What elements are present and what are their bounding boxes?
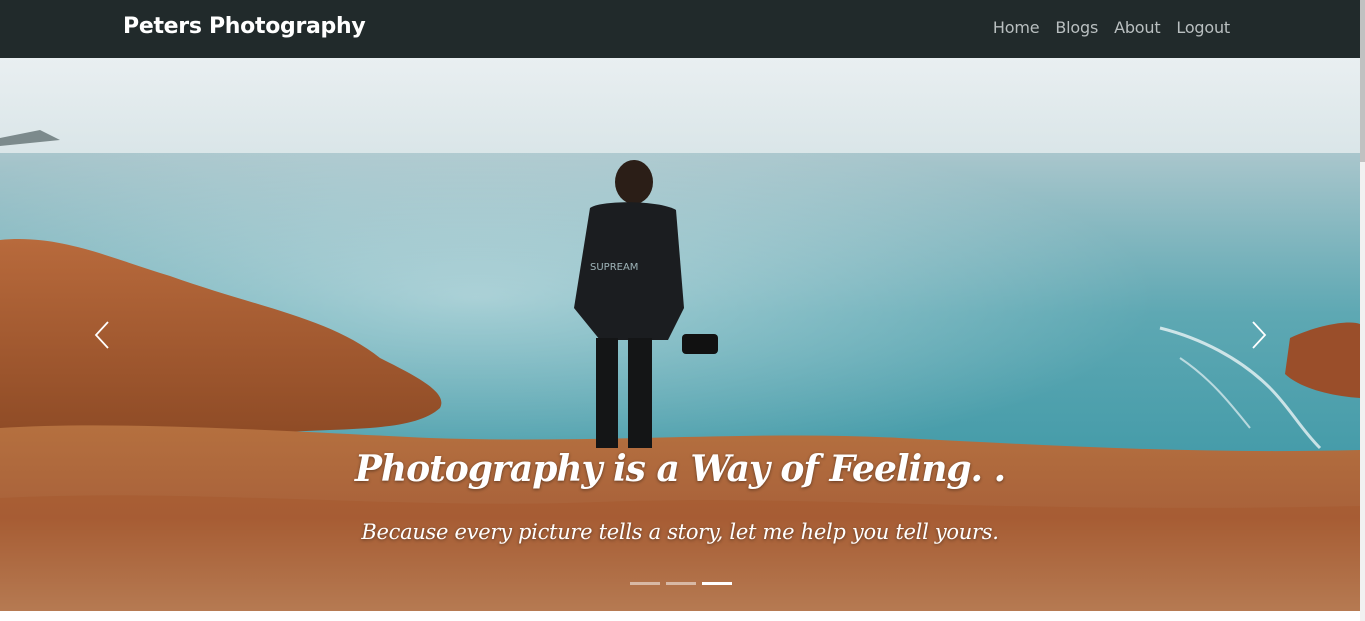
carousel-prev-button[interactable] <box>88 320 118 350</box>
carousel-caption-title: Photography is a Way of Feeling. . <box>354 448 1006 490</box>
carousel-indicator-1[interactable] <box>630 582 660 585</box>
carousel-caption-subtitle: Because every picture tells a story, let… <box>361 520 999 544</box>
page-scrollbar[interactable] <box>1360 0 1365 621</box>
nav-link-home[interactable]: Home <box>993 18 1040 37</box>
carousel-indicators <box>630 582 732 585</box>
nav-link-about[interactable]: About <box>1114 18 1161 37</box>
jacket-text: SUPREAM <box>590 262 638 273</box>
carousel-next-button[interactable] <box>1243 320 1273 350</box>
scrollbar-thumb[interactable] <box>1360 0 1365 162</box>
hero-carousel: SUPREAM Photography is a Way of Feeling.… <box>0 58 1360 611</box>
nav-link-logout[interactable]: Logout <box>1176 18 1230 37</box>
top-navbar: Peters Photography Home Blogs About Logo… <box>0 0 1360 58</box>
carousel-indicator-2[interactable] <box>666 582 696 585</box>
chevron-left-icon <box>94 321 109 349</box>
carousel-indicator-3[interactable] <box>702 582 732 585</box>
nav-links: Home Blogs About Logout <box>993 18 1230 37</box>
brand-logo-link[interactable]: Peters Photography <box>123 14 366 39</box>
chevron-right-icon <box>1252 321 1267 349</box>
nav-link-blogs[interactable]: Blogs <box>1055 18 1098 37</box>
